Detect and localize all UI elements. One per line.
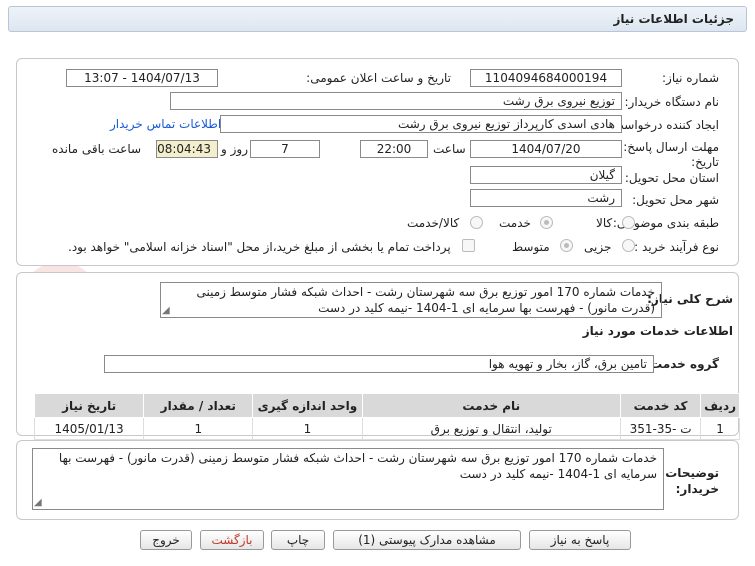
process-type-label: نوع فرآیند خرید : [634,240,719,254]
need-number-field: 1104094684000194 [470,69,622,87]
col-row-header: ردیف [700,393,740,418]
page-header: جزئیات اطلاعات نیاز [8,6,747,32]
remaining-time-label: ساعت باقی مانده [52,142,142,156]
service-group-label: گروه خدمت: [645,357,719,371]
col-unit-header: واحد اندازه گیری [252,393,363,418]
need-number-label: شماره نیاز: [662,71,719,85]
cell-unit: 1 [252,417,363,440]
buyer-notes-textbox: خدمات شماره 170 امور توزیع برق سه شهرستا… [32,448,664,510]
summary-textbox: خدمات شماره 170 امور توزیع برق سه شهرستا… [160,282,662,318]
process-minor-label: جزیی [584,240,612,254]
table-header-row: ردیف کد خدمت نام خدمت واحد اندازه گیری ت… [33,393,740,418]
resize-grip-icon: ◢ [34,497,42,508]
treasury-payment-checkbox[interactable] [462,239,475,252]
process-medium-radio[interactable] [560,239,573,252]
treasury-payment-note: پرداخت تمام یا بخشی از مبلغ خرید،از محل … [68,240,451,254]
cell-code: ت -35-351 [619,417,702,440]
deadline-time-field: 22:00 [360,140,428,158]
resize-grip-icon: ◢ [162,305,170,316]
back-button[interactable]: بازگشت [200,530,264,550]
cell-name: تولید، انتقال و توزیع برق [361,417,621,440]
page-title: جزئیات اطلاعات نیاز [613,12,734,26]
category-goods-radio[interactable] [622,216,635,229]
category-goods-label: کالا [596,216,613,230]
process-minor-radio[interactable] [622,239,635,252]
col-name-header: نام خدمت [361,393,621,418]
announce-date-label: تاریخ و ساعت اعلان عمومی: [306,71,451,85]
city-field: رشت [470,189,622,207]
announce-date-field: 1404/07/13 - 13:07 [66,69,218,87]
buyer-notes-label: توضیحات [665,466,719,480]
col-quantity-header: تعداد / مقدار [143,393,254,418]
contact-buyer-link[interactable]: اطلاعات تماس خریدار [110,117,221,131]
col-code-header: کد خدمت [619,393,702,418]
service-group-field: تامین برق، گاز، بخار و تهویه هوا [104,355,654,373]
category-goods-service-label: کالا/خدمت [407,216,460,230]
remaining-time-field: 08:04:43 [156,140,218,158]
services-table: ردیف کد خدمت نام خدمت واحد اندازه گیری ت… [33,393,740,440]
deadline-label-date: تاریخ: [691,155,719,169]
days-label: روز و [221,142,248,156]
view-attachments-button[interactable]: مشاهده مدارک پیوستی (1) [333,530,521,550]
cell-row: 1 [700,417,740,440]
deadline-time-label: ساعت [433,142,466,156]
exit-button[interactable]: خروج [140,530,192,550]
deadline-date-field: 1404/07/20 [470,140,622,158]
buyer-notes-label-2: خریدار: [675,482,719,496]
buyer-org-field: توزیع نیروی برق رشت [170,92,622,110]
buyer-org-label: نام دستگاه خریدار: [624,95,720,109]
process-medium-label: متوسط [512,240,550,254]
print-button[interactable]: چاپ [271,530,325,550]
city-label: شهر محل تحویل: [632,193,719,207]
creator-label: ایجاد کننده درخواست: [608,118,719,132]
table-row: 1 ت -35-351 تولید، انتقال و توزیع برق 1 … [33,417,740,440]
cell-quantity: 1 [143,417,254,440]
province-label: استان محل تحویل: [624,171,719,185]
cell-date: 1405/01/13 [33,417,145,440]
services-section-title: اطلاعات خدمات مورد نیاز [582,324,733,338]
category-goods-service-radio[interactable] [470,216,483,229]
col-date-header: تاریخ نیاز [33,393,145,418]
deadline-label: مهلت ارسال پاسخ: تا [612,140,719,154]
reply-button[interactable]: پاسخ به نیاز [529,530,631,550]
province-field: گیلان [470,166,622,184]
need-info-panel [16,58,739,266]
creator-field: هادی اسدی کارپرداز توزیع نیروی برق رشت [220,115,622,133]
category-service-radio[interactable] [540,216,553,229]
category-service-label: خدمت [499,216,531,230]
days-field: 7 [250,140,320,158]
